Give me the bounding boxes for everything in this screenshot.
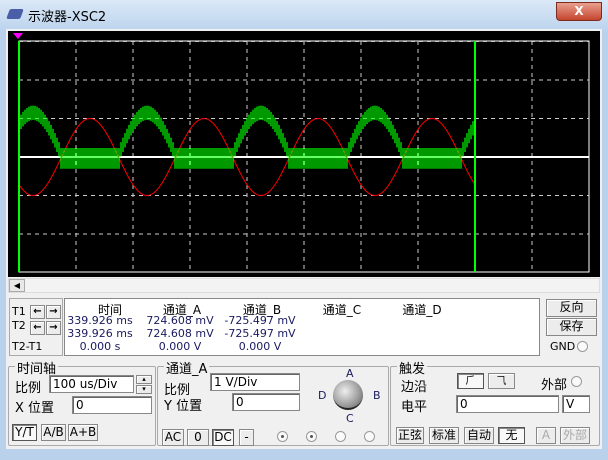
t2-t1-label: T2-T1 (12, 340, 43, 353)
t1-label: T1 (12, 305, 26, 318)
channel-a-title: 通道_A (164, 358, 210, 377)
t1-channel-a: 724.608 mV (146, 314, 214, 327)
mode-yt-button[interactable]: Y/T (12, 424, 37, 441)
channel-selector-knob[interactable] (333, 380, 363, 410)
close-button[interactable]: X (556, 2, 602, 21)
timebase-down-icon[interactable]: ▾ (136, 385, 152, 394)
waveform-plot (13, 33, 590, 273)
t2-channel-a: 724.608 mV (146, 327, 214, 340)
knob-label-b: B (373, 389, 381, 402)
t2-time: 339.926 ms (67, 327, 133, 340)
channel-select-radio[interactable] (277, 431, 288, 442)
t1-left-arrow-button[interactable]: ← (30, 305, 45, 319)
reverse-button[interactable]: 反向 (546, 299, 597, 317)
trigger-sine-button[interactable]: 正弦 (396, 427, 424, 444)
channel-select-radio[interactable] (335, 431, 346, 442)
trigger-normal-button[interactable]: 标准 (429, 427, 459, 444)
knob-label-d: D (318, 389, 327, 402)
oscilloscope-display (8, 31, 600, 277)
gnd-radio[interactable] (577, 341, 588, 352)
coupling-minus-button[interactable]: - (239, 429, 254, 446)
y-position-label: Y 位置 (164, 399, 203, 414)
timebase-scale-label: 比例 (15, 381, 42, 396)
level-input[interactable]: 0 (456, 395, 559, 413)
window-title: 示波器-XSC2 (28, 10, 107, 25)
trigger-title: 触发 (397, 358, 428, 377)
x-position-label: X 位置 (15, 401, 55, 416)
delta-channel-a: 0.000 V (158, 340, 202, 353)
header-channel-c: 通道_C (322, 303, 362, 317)
trigger-auto-button[interactable]: 自动 (464, 427, 494, 444)
t2-label: T2 (12, 319, 26, 332)
t1-time: 339.926 ms (67, 314, 133, 327)
title-bar: 示波器-XSC2 X (0, 0, 608, 30)
x-position-input[interactable]: 0 (72, 396, 152, 414)
knob-label-a: A (346, 367, 354, 380)
channel-select-radio[interactable] (306, 431, 317, 442)
coupling-dc-button[interactable]: DC (212, 429, 234, 446)
trigger-none-button[interactable]: 无 (498, 427, 525, 444)
falling-edge-button[interactable]: ⺄ (488, 373, 515, 389)
trigger-source-external-button[interactable]: 外部 (560, 427, 590, 444)
mode-a-plus-b-button[interactable]: A+B (68, 424, 98, 441)
t2-channel-b: -725.497 mV (224, 327, 296, 340)
channel-select-radio[interactable] (364, 431, 375, 442)
header-channel-d: 通道_D (402, 303, 442, 317)
knob-label-c: C (346, 412, 354, 425)
edge-label: 边沿 (401, 380, 428, 395)
scroll-left-arrow-icon[interactable]: ◀ (9, 279, 25, 292)
timebase-scale-input[interactable]: 100 us/Div (49, 375, 134, 393)
horizontal-scrollbar[interactable]: ◀ (8, 278, 600, 293)
external-label: 外部 (541, 378, 568, 393)
rising-edge-button[interactable]: ⺁ (457, 373, 484, 389)
cursor-1-marker-icon (13, 33, 23, 39)
measurement-table: 时间 通道_A 通道_B 通道_C 通道_D 339.926 ms 724.60… (64, 298, 540, 356)
timebase-up-icon[interactable]: ▴ (136, 375, 152, 384)
save-button[interactable]: 保存 (546, 318, 597, 336)
trigger-source-a-button[interactable]: A (536, 427, 556, 444)
level-label: 电平 (401, 400, 428, 415)
t2-left-arrow-button[interactable]: ← (30, 321, 45, 335)
y-position-input[interactable]: 0 (232, 393, 300, 411)
coupling-ac-button[interactable]: AC (162, 429, 184, 446)
channel-a-scale-input[interactable]: 1 V/Div (210, 373, 300, 391)
coupling-zero-button[interactable]: 0 (187, 429, 209, 446)
mode-ab-button[interactable]: A/B (41, 424, 66, 441)
delta-channel-b: 0.000 V (238, 340, 282, 353)
delta-time: 0.000 s (79, 340, 121, 353)
oscilloscope-app-icon (6, 9, 24, 19)
level-unit-select[interactable]: V (562, 395, 590, 413)
t1-channel-b: -725.497 mV (224, 314, 296, 327)
external-trigger-radio[interactable] (571, 376, 582, 387)
gnd-label: GND (550, 340, 576, 353)
